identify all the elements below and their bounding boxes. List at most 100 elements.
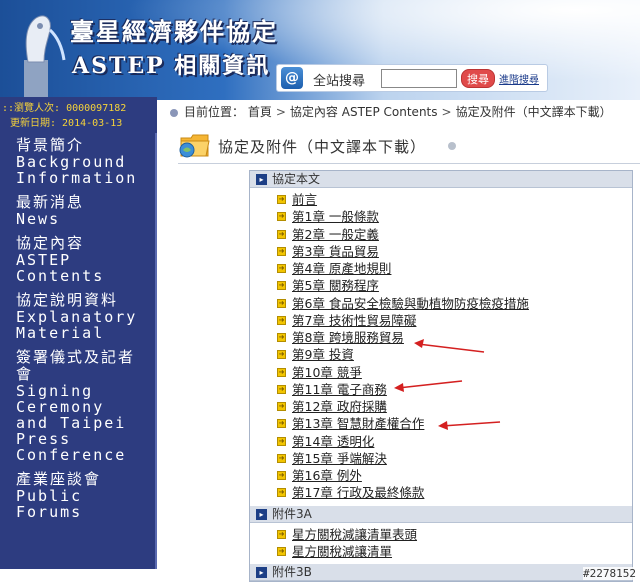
document-item: ➜ 第9章 投資 xyxy=(250,346,632,363)
nav-label-zh: 產業座談會 xyxy=(16,470,102,488)
document-link[interactable]: 第17章 行政及最終條款 xyxy=(292,485,424,500)
document-list: ➜ 前言 ➜ 第1章 一般條款 ➜ 第2章 一般定義 ➜ 第3章 貨品貿易 ➜ 第4章 原產地規則… xyxy=(250,188,632,506)
nav-label-en: ASTEP Contents xyxy=(16,251,105,285)
site-subtitle: ASTEP 相關資訊 xyxy=(72,53,271,79)
expand-icon: ▸ xyxy=(256,174,267,185)
update-date: 更新日期: 2014-03-13 xyxy=(10,118,123,129)
section-annex-3a: ▸ 附件3A ➜ 星方關稅減讓清單表頭 ➜ 星方關稅減讓清單 xyxy=(250,505,632,565)
nav-label-zh: 協定內容 xyxy=(16,234,85,252)
document-arrow-icon: ➜ xyxy=(277,246,286,256)
document-arrow-icon: ➜ xyxy=(277,195,286,204)
section-title: 協定本文 xyxy=(272,172,321,186)
sidebar-nav: 背景簡介 Background Information 最新消息 News 協定… xyxy=(0,137,157,528)
breadcrumb-separator: > xyxy=(441,105,452,119)
document-item: ➜ 第8章 跨境服務貿易 xyxy=(250,329,632,346)
sidebar-item-background[interactable]: 背景簡介 Background Information xyxy=(0,136,157,187)
sidebar-item-explanatory[interactable]: 協定說明資料 Explanatory Material xyxy=(0,292,157,342)
document-link[interactable]: 第16章 例外 xyxy=(292,468,362,483)
document-list: ➜ 星方關稅減讓清單表頭 ➜ 星方關稅減讓清單 xyxy=(250,523,632,565)
breadcrumb-home-link[interactable]: 首頁 xyxy=(248,105,272,119)
document-link[interactable]: 第12章 政府採購 xyxy=(292,399,387,414)
section-title: 附件3A xyxy=(272,506,312,521)
nav-label-en: Background Information xyxy=(16,153,138,187)
section-header[interactable]: ▸ 附件3A xyxy=(250,505,632,523)
document-link[interactable]: 第10章 競爭 xyxy=(292,365,362,380)
search-icon: @ xyxy=(281,67,303,89)
folder-icon xyxy=(179,134,210,158)
document-link[interactable]: 第5章 關務程序 xyxy=(292,278,379,293)
section-annex-3b: ▸ 附件3B xyxy=(250,564,632,581)
document-link[interactable]: 第14章 透明化 xyxy=(292,434,374,449)
document-item: ➜ 第11章 電子商務 xyxy=(250,381,632,398)
document-item: ➜ 第12章 政府採購 xyxy=(250,398,632,415)
breadcrumb-label: 目前位置： xyxy=(184,105,245,119)
site-stats: ::瀏覽人次: 0000097182 更新日期: 2014-03-13 xyxy=(0,97,157,133)
expand-icon: ▸ xyxy=(256,567,267,578)
document-link[interactable]: 前言 xyxy=(292,192,317,207)
search-label: 全站搜尋 xyxy=(313,74,366,89)
document-item: ➜ 第1章 一般條款 xyxy=(250,208,632,225)
document-link[interactable]: 星方關稅減讓清單 xyxy=(292,544,392,559)
document-arrow-icon: ➜ xyxy=(277,453,286,463)
document-item: ➜ 第15章 爭端解決 xyxy=(250,450,632,467)
document-item: ➜ 前言 xyxy=(250,191,632,208)
sidebar-item-forums[interactable]: 產業座談會 Public Forums xyxy=(0,470,157,521)
search-bar: @ 全站搜尋 搜尋 進階搜尋 xyxy=(276,64,548,92)
merlion-logo-icon xyxy=(24,15,66,100)
document-arrow-icon: ➜ xyxy=(277,264,286,273)
document-link[interactable]: 第4章 原產地規則 xyxy=(292,261,391,276)
advanced-search-link[interactable]: 進階搜尋 xyxy=(499,71,539,86)
document-link[interactable]: 第7章 技術性貿易障礙 xyxy=(292,313,416,328)
document-link[interactable]: 第15章 爭端解決 xyxy=(292,451,387,466)
search-input[interactable] xyxy=(381,69,457,88)
document-link[interactable]: 第6章 食品安全檢驗與動植物防疫檢疫措施 xyxy=(292,296,529,311)
document-arrow-icon: ➜ xyxy=(277,315,286,325)
sidebar: ::瀏覽人次: 0000097182 更新日期: 2014-03-13 背景簡介… xyxy=(0,97,157,569)
site-header: 臺星經濟夥伴協定 ASTEP 相關資訊 @ 全站搜尋 搜尋 進階搜尋 xyxy=(0,0,640,100)
breadcrumb-bullet-icon xyxy=(170,108,178,117)
watermark: #2278152 xyxy=(583,567,636,580)
nav-label-en: Explanatory Material xyxy=(16,308,138,342)
sidebar-item-contents[interactable]: 協定內容 ASTEP Contents xyxy=(0,234,157,285)
document-link[interactable]: 第8章 跨境服務貿易 xyxy=(292,330,404,345)
document-arrow-icon: ➜ xyxy=(277,229,286,239)
document-arrow-icon: ➜ xyxy=(277,333,286,342)
document-arrow-icon: ➜ xyxy=(277,529,286,539)
document-link[interactable]: 第13章 智慧財產權合作 xyxy=(292,416,424,431)
document-arrow-icon: ➜ xyxy=(277,436,286,446)
document-arrow-icon: ➜ xyxy=(277,488,286,498)
document-link[interactable]: 第3章 貨品貿易 xyxy=(292,244,379,259)
document-item: ➜ 第6章 食品安全檢驗與動植物防疫檢疫措施 xyxy=(250,295,632,312)
document-item: ➜ 第13章 智慧財產權合作 xyxy=(250,415,632,432)
document-arrow-icon: ➜ xyxy=(277,367,286,377)
document-item: ➜ 第4章 原產地規則 xyxy=(250,260,632,277)
document-link[interactable]: 第9章 投資 xyxy=(292,347,354,362)
document-item: ➜ 第10章 競爭 xyxy=(250,364,632,381)
document-arrow-icon: ➜ xyxy=(277,402,286,411)
document-link[interactable]: 第1章 一般條款 xyxy=(292,209,379,224)
section-title: 附件3B xyxy=(272,565,312,579)
nav-label-en: News xyxy=(16,210,61,228)
document-link[interactable]: 第2章 一般定義 xyxy=(292,227,379,242)
nav-label-zh: 背景簡介 xyxy=(16,136,85,154)
sidebar-item-news[interactable]: 最新消息 News xyxy=(0,194,157,228)
section-agreement-text: ▸ 協定本文 ➜ 前言 ➜ 第1章 一般條款 ➜ 第2章 一般定義 ➜ 第3章 貨品貿易 ➜ 第4章… xyxy=(250,171,632,506)
document-arrow-icon: ➜ xyxy=(277,212,286,222)
page-title: 協定及附件（中文譯本下載） xyxy=(218,138,427,156)
breadcrumb-contents-link[interactable]: 協定內容 ASTEP Contents xyxy=(290,105,438,119)
document-arrow-icon: ➜ xyxy=(277,281,286,291)
section-header[interactable]: ▸ 協定本文 xyxy=(250,171,632,188)
document-item: ➜ 第2章 一般定義 xyxy=(250,226,632,243)
search-button[interactable]: 搜尋 xyxy=(461,69,495,88)
divider xyxy=(178,163,640,164)
breadcrumb: 目前位置： 首頁 > 協定內容 ASTEP Contents > 協定及附件（中文譯本下… xyxy=(170,103,640,121)
nav-label-en: Public Forums xyxy=(16,487,83,521)
visitor-count: ::瀏覽人次: 0000097182 xyxy=(2,103,127,114)
title-bullet-icon xyxy=(448,142,456,150)
document-item: ➜ 星方關稅減讓清單 xyxy=(250,543,632,560)
document-link[interactable]: 星方關稅減讓清單表頭 xyxy=(292,527,417,542)
section-header[interactable]: ▸ 附件3B xyxy=(250,564,632,581)
document-link[interactable]: 第11章 電子商務 xyxy=(292,382,387,397)
sidebar-item-signing-ceremony[interactable]: 簽署儀式及記者會 Signing Ceremony and Taipei Pre… xyxy=(0,349,157,464)
document-arrow-icon: ➜ xyxy=(277,350,286,360)
